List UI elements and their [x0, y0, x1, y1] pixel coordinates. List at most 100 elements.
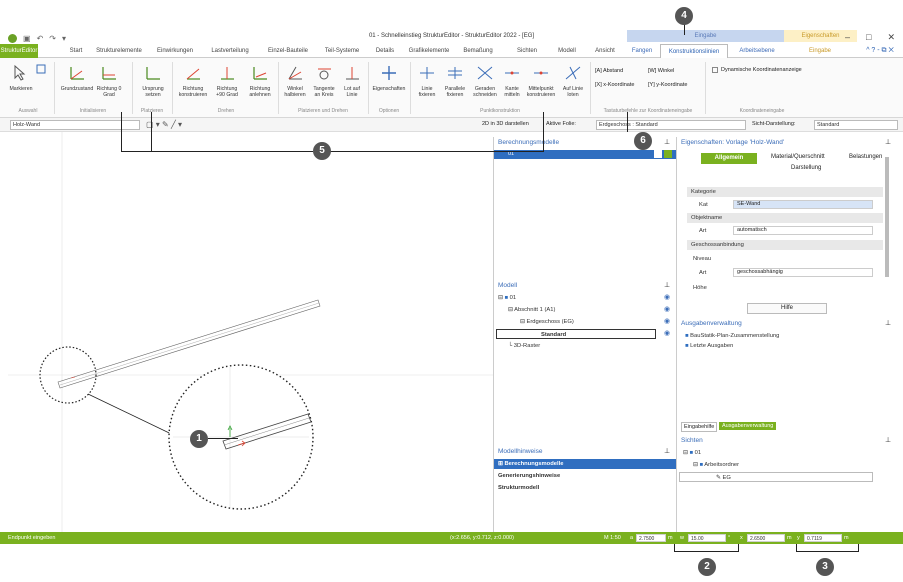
kbd-winkel[interactable]: [W] Winkel	[648, 68, 674, 74]
tab-eingabehilfe[interactable]: Eingabehilfe	[681, 422, 718, 432]
tab-eingabe[interactable]: Eingabe	[790, 44, 850, 58]
tab-material[interactable]: Material/Querschnitt	[771, 154, 825, 160]
richtung-konstruieren-button[interactable]: Richtung konstruieren	[176, 64, 210, 98]
pin-icon[interactable]: ⊥	[885, 319, 891, 327]
checkbox-icon[interactable]	[712, 67, 718, 73]
model-calc-icon[interactable]	[664, 150, 672, 158]
modell-tree-item[interactable]: ⊟ Abschnitt 1 (A1)	[508, 305, 555, 315]
a-input[interactable]: 2.7500	[636, 534, 666, 542]
tab-details[interactable]: Details	[372, 44, 398, 58]
sichten-row[interactable]: ⊟ ■ 01	[683, 448, 701, 458]
tab-lastverteilung[interactable]: Lastverteilung	[204, 44, 256, 58]
tab-einzel-bauteile[interactable]: Einzel-Bauteile	[263, 44, 313, 58]
ribbon-help-controls[interactable]: ^ ? - ⧉ ✕	[860, 44, 900, 58]
mittelpunkt-button[interactable]: Mittelpunkt konstruieren	[524, 64, 558, 98]
tab-belastungen[interactable]: Belastungen	[849, 154, 882, 160]
select-small-button[interactable]	[34, 64, 48, 76]
richtung-anlehnen-label: Richtung anlehnen	[249, 86, 271, 98]
scrollbar[interactable]	[885, 157, 889, 277]
tangente-label: Tangente an Kreis	[313, 86, 335, 98]
ursprung-setzen-button[interactable]: Ursprung setzen	[138, 64, 168, 98]
hinweise-row[interactable]: Strukturmodell	[498, 483, 539, 493]
tab-struktureditor[interactable]: StrukturEditor	[0, 44, 38, 58]
tab-teil-systeme[interactable]: Teil-Systeme	[320, 44, 364, 58]
geraden-schneiden-button[interactable]: Geraden schneiden	[470, 64, 500, 98]
aktive-folie-select[interactable]: Erdgeschoss : Standard	[596, 120, 746, 130]
section-kategorie[interactable]: Kategorie	[687, 187, 883, 197]
twod-in-3d-toggle[interactable]: 2D in 3D darstellen	[482, 121, 529, 127]
tab-sichten[interactable]: Sichten	[512, 44, 542, 58]
grundzustand-button[interactable]: Grundzustand	[60, 64, 94, 92]
ausgaben-row[interactable]: ■ BauStatik-Plan-Zusammenstellung	[685, 331, 779, 341]
kbd-y[interactable]: [Y] y-Koordinate	[648, 82, 687, 88]
tab-einwirkungen[interactable]: Einwirkungen	[152, 44, 198, 58]
pin-icon[interactable]: ⊥	[885, 436, 891, 444]
tab-arbeitsebene[interactable]: Arbeitsebene	[733, 44, 781, 58]
model-view-icon[interactable]	[654, 150, 662, 158]
tab-ansicht[interactable]: Ansicht	[590, 44, 620, 58]
modell-tree-item[interactable]: ⊟ ■ 01	[498, 293, 516, 303]
dynamic-coords-toggle[interactable]: Dynamische Koordinatenanzeige	[712, 67, 802, 73]
tab-allgemein[interactable]: Allgemein	[701, 153, 757, 164]
richtung-90-button[interactable]: Richtung +90 Grad	[212, 64, 242, 98]
y-input[interactable]: 0.7119	[804, 534, 842, 542]
kbd-x[interactable]: [X] x-Koordinate	[595, 82, 634, 88]
tab-ausgabenverwaltung[interactable]: Ausgabenverwaltung	[719, 422, 777, 430]
tree-label: Erdgeschoss (EG)	[526, 319, 574, 325]
visibility-eye-icon[interactable]: ◉	[664, 293, 670, 301]
eigenschaften-button[interactable]: Eigenschaften	[372, 64, 406, 92]
pin-icon[interactable]: ⊥	[664, 138, 670, 146]
tangente-button[interactable]: Tangente an Kreis	[310, 64, 338, 98]
tab-bemassung[interactable]: Bemaßung	[460, 44, 496, 58]
tab-darstellung[interactable]: Darstellung	[791, 165, 821, 171]
richtung-anlehnen-button[interactable]: Richtung anlehnen	[244, 64, 276, 98]
tab-fangen[interactable]: Fangen	[628, 44, 656, 58]
section-geschossanbindung[interactable]: Geschossanbindung	[687, 240, 883, 250]
richtung-0-button[interactable]: Richtung 0 Grad	[94, 64, 124, 98]
direction-90-icon	[221, 67, 234, 80]
sichten-row-selected[interactable]: ✎ EG	[679, 472, 873, 482]
tab-start[interactable]: Start	[62, 44, 90, 58]
perpendicular-icon	[346, 67, 359, 80]
sichten-row[interactable]: ⊟ ■ Arbeitsordner	[693, 460, 739, 470]
lot-auf-linie-button[interactable]: Lot auf Linie	[340, 64, 364, 98]
group-separator	[368, 62, 369, 114]
modell-tree-item[interactable]: ⊟ Erdgeschoss (EG)	[520, 317, 574, 327]
x-input[interactable]: 2.6500	[747, 534, 785, 542]
section-objektname[interactable]: Objektname	[687, 213, 883, 223]
kat-field[interactable]: SE-Wand	[733, 200, 873, 209]
tab-grafikelemente[interactable]: Grafikelemente	[404, 44, 454, 58]
pin-icon[interactable]: ⊥	[664, 447, 670, 455]
linie-fixieren-button[interactable]: Linie fixieren	[414, 64, 440, 98]
kbd-abstand[interactable]: [A] Abstand	[595, 68, 623, 74]
art-select[interactable]: automatisch	[733, 226, 873, 235]
pin-icon[interactable]: ⊥	[885, 138, 891, 146]
parallele-fixieren-button[interactable]: Parallele fixieren	[440, 64, 470, 98]
markieren-button[interactable]: Markieren	[8, 64, 34, 92]
close-icon[interactable]: ✕	[887, 32, 895, 43]
kante-mitteln-button[interactable]: Kante mitteln	[500, 64, 524, 98]
drawing-canvas[interactable]	[8, 132, 493, 532]
visibility-eye-icon[interactable]: ◉	[664, 329, 670, 337]
tab-strukturelemente[interactable]: Strukturelemente	[92, 44, 146, 58]
winkel-halbieren-button[interactable]: Winkel halbieren	[282, 64, 308, 98]
tab-modell[interactable]: Modell	[552, 44, 582, 58]
pin-icon[interactable]: ⊥	[664, 281, 670, 289]
kat-value: SE-Wand	[737, 201, 761, 207]
hinweise-row-selected[interactable]: ⊞ Berechnungsmodelle	[494, 459, 677, 469]
visibility-eye-icon[interactable]: ◉	[664, 317, 670, 325]
ausgaben-row[interactable]: ■ Letzte Ausgaben	[685, 341, 733, 351]
tab-konstruktionslinien[interactable]: Konstruktionslinien	[660, 44, 728, 59]
sicht-darstellung-select[interactable]: Standard	[814, 120, 898, 130]
modell-tree-item-selected[interactable]: Standard	[496, 329, 656, 339]
w-input[interactable]: 15.00	[688, 534, 726, 542]
visibility-eye-icon[interactable]: ◉	[664, 305, 670, 313]
auf-linie-loten-button[interactable]: Auf Linie loten	[560, 64, 586, 98]
art2-select[interactable]: geschossabhängig	[733, 268, 873, 277]
maximize-icon[interactable]: □	[866, 32, 871, 43]
minimize-icon[interactable]: –	[845, 32, 850, 43]
hilfe-button[interactable]: Hilfe	[747, 303, 827, 314]
hinweise-row[interactable]: Generierungshinweise	[498, 471, 560, 481]
drawing-viewport[interactable]	[8, 132, 493, 532]
modell-tree-item[interactable]: └ 3D-Raster	[508, 341, 540, 351]
